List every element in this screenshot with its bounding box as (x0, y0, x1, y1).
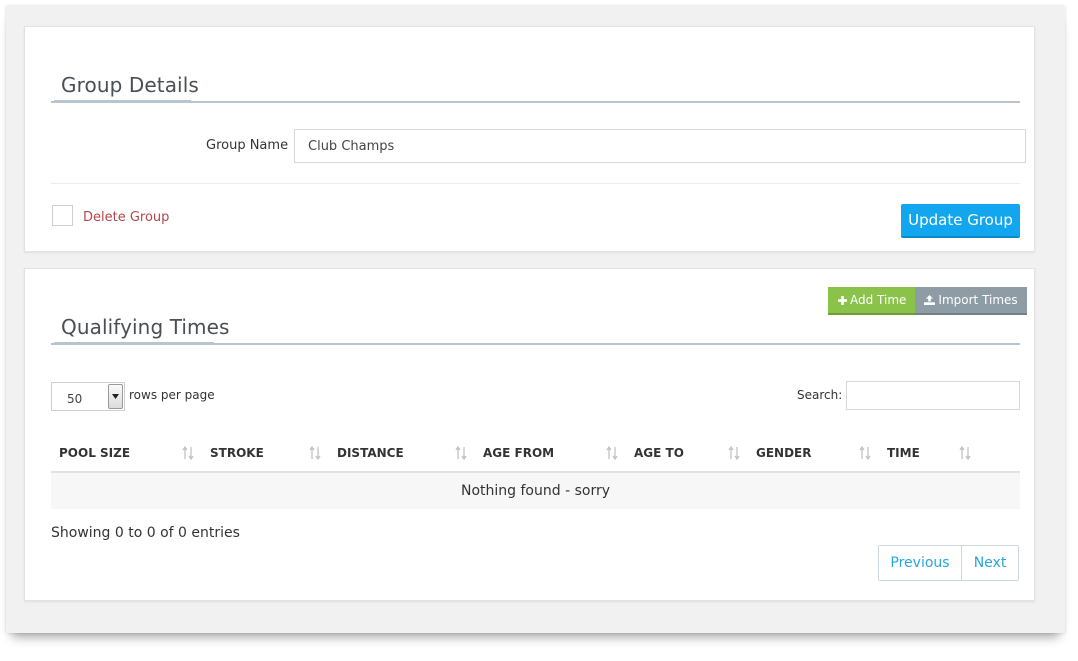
search-label: Search: (797, 388, 843, 402)
group-name-label: Group Name (206, 138, 289, 153)
divider (51, 183, 1020, 184)
rows-per-page-value: 50 (67, 392, 83, 406)
sort-icon[interactable] (606, 446, 618, 460)
rows-per-page-select[interactable]: 50 (51, 382, 125, 411)
upload-icon (924, 295, 936, 305)
previous-page-button[interactable]: Previous (879, 546, 962, 580)
group-name-input[interactable] (294, 129, 1026, 163)
column-header-pool-size[interactable]: POOL SIZE (59, 446, 130, 460)
sort-icon[interactable] (728, 446, 740, 460)
times-actions: Add Time Import Times (828, 287, 1027, 315)
sort-icon[interactable] (309, 446, 321, 460)
column-header-time[interactable]: TIME (887, 446, 920, 460)
add-time-button[interactable]: Add Time (828, 287, 916, 315)
empty-message: Nothing found - sorry (461, 483, 610, 499)
delete-group-label[interactable]: Delete Group (83, 210, 169, 225)
next-page-button[interactable]: Next (962, 546, 1018, 580)
column-header-distance[interactable]: DISTANCE (337, 446, 404, 460)
import-times-label: Import Times (938, 293, 1018, 307)
qualifying-times-title: Qualifying Times (61, 315, 230, 339)
pagination: Previous Next (878, 545, 1019, 581)
rows-per-page-label: rows per page (129, 388, 215, 402)
update-group-button[interactable]: Update Group (901, 204, 1020, 238)
qualifying-times-underline (54, 342, 214, 345)
plus-icon (838, 295, 847, 305)
search-input[interactable] (846, 381, 1020, 410)
column-header-age-from[interactable]: AGE FROM (483, 446, 554, 460)
column-header-gender[interactable]: GENDER (756, 446, 812, 460)
empty-table-row: Nothing found - sorry (51, 473, 1020, 509)
column-header-age-to[interactable]: AGE TO (634, 446, 684, 460)
group-details-underline (54, 100, 191, 103)
sort-icon[interactable] (859, 446, 871, 460)
dropdown-arrow-icon[interactable] (108, 384, 123, 409)
sort-icon[interactable] (959, 446, 971, 460)
add-time-label: Add Time (850, 293, 907, 307)
import-times-button[interactable]: Import Times (915, 287, 1027, 315)
table-info: Showing 0 to 0 of 0 entries (51, 525, 240, 541)
group-details-title: Group Details (61, 73, 199, 97)
column-header-stroke[interactable]: STROKE (210, 446, 264, 460)
delete-group-checkbox[interactable] (52, 205, 73, 226)
sort-icon[interactable] (182, 446, 194, 460)
group-details-rule (51, 101, 1020, 103)
sort-icon[interactable] (455, 446, 467, 460)
